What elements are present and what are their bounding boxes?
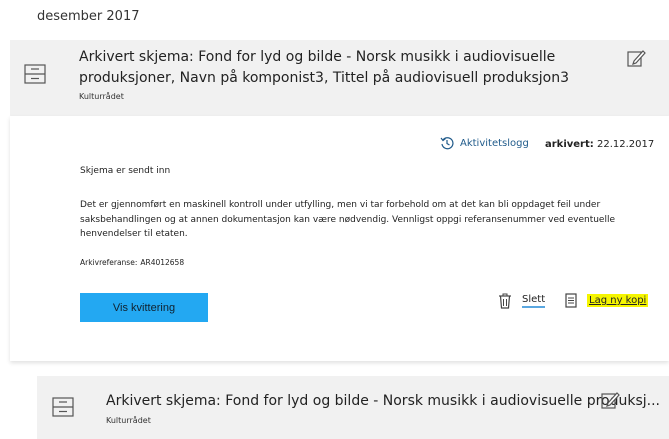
archive-reference-value: AR4012658 — [140, 258, 185, 267]
document-icon — [565, 293, 577, 308]
archive-icon — [24, 64, 46, 84]
view-receipt-button[interactable]: Vis kvittering — [80, 293, 208, 322]
edit-icon[interactable] — [626, 48, 646, 68]
activity-log-label: Aktivitetslogg — [460, 137, 529, 149]
archive-reference: Arkivreferanse: AR4012658 — [80, 258, 187, 267]
description-text: Det er gjennomført en maskinell kontroll… — [80, 200, 616, 239]
archived-form-card[interactable]: Arkivert skjema: Fond for lyd og bilde -… — [37, 376, 669, 439]
delete-label: Slett — [522, 294, 546, 308]
month-heading: desember 2017 — [37, 9, 140, 24]
history-icon — [440, 137, 454, 150]
form-organization: Kulturrådet — [79, 92, 124, 101]
form-title: Arkivert skjema: Fond for lyd og bilde -… — [79, 49, 569, 86]
archived-form-card[interactable]: Arkivert skjema: Fond for lyd og bilde -… — [10, 40, 669, 116]
form-title: Arkivert skjema: Fond for lyd og bilde -… — [106, 393, 661, 409]
delete-button[interactable]: Slett — [498, 293, 546, 309]
form-organization: Kulturrådet — [106, 416, 151, 425]
form-details-panel: Aktivitetslogg arkivert: 22.12.2017 Skje… — [10, 116, 669, 361]
archived-date-value: 22.12.2017 — [596, 139, 655, 150]
archive-reference-label: Arkivreferanse: — [80, 258, 138, 267]
new-copy-button[interactable]: Lag ny kopi — [565, 293, 649, 308]
status-text: Skjema er sendt inn — [80, 166, 171, 176]
activity-log-link[interactable]: Aktivitetslogg — [440, 136, 529, 150]
edit-icon[interactable] — [600, 390, 620, 410]
new-copy-label: Lag ny kopi — [587, 294, 649, 307]
archived-label: arkivert: — [545, 139, 594, 150]
archived-date: arkivert: 22.12.2017 — [545, 139, 654, 150]
trash-icon — [499, 293, 511, 309]
archive-icon — [52, 397, 74, 417]
